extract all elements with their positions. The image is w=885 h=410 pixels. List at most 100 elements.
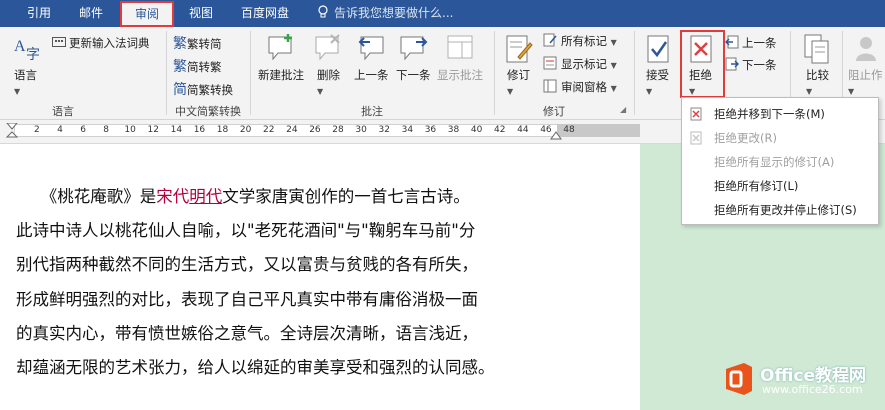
prev-change-icon bbox=[724, 35, 739, 49]
compare-button[interactable]: 比较 ▼ bbox=[806, 67, 829, 97]
ruler-tick-label: 40 bbox=[470, 125, 483, 135]
next-change-button[interactable]: 下一条 bbox=[725, 57, 777, 73]
tell-me-text: 告诉我您想要做什么... bbox=[334, 6, 454, 20]
ruler-tick-label: 6 bbox=[80, 125, 86, 135]
block-authors-button[interactable]: 阻止作 ▼ bbox=[848, 67, 883, 97]
menu-item-label: 拒绝并移到下一条(M) bbox=[714, 107, 825, 121]
language-icon: A 字 bbox=[14, 38, 40, 63]
document-page[interactable]: 《桃花庵歌》是宋代明代文学家唐寅创作的一首七言古诗。 此诗中诗人以桃花仙人自喻，… bbox=[0, 144, 640, 410]
accept-button[interactable]: 接受 ▼ bbox=[646, 67, 669, 97]
delete-comment-button[interactable]: 删除 ▼ bbox=[317, 67, 340, 97]
track-changes-button[interactable]: 修订 ▼ bbox=[507, 67, 530, 97]
prev-change-button[interactable]: 上一条 bbox=[724, 35, 777, 51]
menu-reject-and-move-next[interactable]: 拒绝并移到下一条(M) bbox=[682, 102, 878, 126]
accept-change-icon bbox=[647, 35, 669, 63]
show-comments-icon bbox=[447, 35, 473, 59]
tracking-options-launcher-icon[interactable]: ◢ bbox=[620, 105, 626, 114]
prev-change-label: 上一条 bbox=[742, 36, 777, 50]
ruler-tick-label: 28 bbox=[332, 125, 344, 135]
doc-line: 此诗中诗人以桃花仙人自喻，以"老死花酒间"与"鞠躬车马前"分 bbox=[16, 221, 476, 241]
show-comments-button[interactable]: 显示批注 bbox=[437, 67, 483, 83]
group-separator bbox=[634, 31, 635, 115]
group-separator bbox=[250, 31, 251, 115]
show-markup-button[interactable]: 显示标记 ▼ bbox=[543, 56, 617, 72]
menu-reject-all[interactable]: 拒绝所有修订(L) bbox=[682, 174, 878, 198]
traditional-glyph-icon: 繁 bbox=[173, 36, 187, 52]
indent-marker-icon[interactable] bbox=[5, 123, 19, 141]
menu-reject-all-shown[interactable]: 拒绝所有显示的修订(A) bbox=[682, 150, 878, 174]
doc-text: 《桃花庵歌》是 bbox=[49, 187, 157, 206]
to-simplified-button[interactable]: 繁简转繁 bbox=[173, 56, 222, 76]
to-traditional-label: 繁转简 bbox=[187, 37, 222, 51]
lightbulb-icon bbox=[318, 5, 328, 18]
markup-label: 所有标记 bbox=[561, 34, 607, 48]
reject-single-icon bbox=[690, 131, 702, 145]
ruler-tick-label: 16 bbox=[193, 125, 206, 135]
ruler-tick-label: 34 bbox=[401, 125, 414, 135]
ruler-tick-label: 36 bbox=[424, 125, 437, 135]
doc-line: 的真实内心，带有愤世嫉俗之意气。全诗层次清晰，语言浅近， bbox=[16, 323, 478, 343]
doc-line: 形成鲜明强烈的对比，表现了自己平凡真实中带有庸俗消极一面 bbox=[16, 289, 478, 309]
ruler-tick-label: 8 bbox=[103, 125, 110, 135]
ruler-tick-label: 22 bbox=[263, 125, 275, 135]
doc-line: 别代指两种截然不同的生活方式，又以富贵与贫贱的各有所失， bbox=[16, 255, 478, 275]
ruler-tick-label: 20 bbox=[239, 125, 252, 135]
office26-logo: Office教程网 www.office26.com bbox=[722, 357, 882, 401]
new-comment-button[interactable]: 新建批注 bbox=[258, 67, 304, 83]
language-button[interactable]: 语言 ▼ bbox=[14, 67, 37, 97]
tracked-change-inserted[interactable]: 明代 bbox=[189, 187, 222, 206]
doc-line: 却蕴涵无限的艺术张力，给人以绵延的审美享受和强烈的认同感。 bbox=[16, 358, 495, 378]
tab-mailings[interactable]: 邮件 bbox=[66, 0, 116, 27]
ruler-tick-label: 10 bbox=[124, 125, 136, 135]
to-traditional-button[interactable]: 繁繁转简 bbox=[173, 33, 222, 53]
group-label-comments: 批注 bbox=[361, 105, 383, 118]
tab-baidu-netdisk[interactable]: 百度网盘 bbox=[230, 0, 300, 27]
review-pane-button[interactable]: 审阅窗格 ▼ bbox=[543, 79, 617, 95]
prev-comment-button[interactable]: 上一条 bbox=[354, 67, 389, 83]
group-label-tracking: 修订 bbox=[543, 105, 565, 118]
next-comment-icon bbox=[400, 36, 428, 61]
office-logo-icon bbox=[726, 363, 752, 395]
to-simplified-label: 简转繁 bbox=[187, 60, 222, 74]
reject-dropdown-menu: 拒绝并移到下一条(M) 拒绝更改(R) 拒绝所有显示的修订(A) 拒绝所有修订(… bbox=[681, 97, 879, 225]
convert-button[interactable]: 简简繁转换 bbox=[173, 79, 233, 99]
logo-url: www.office26.com bbox=[762, 383, 863, 396]
doc-text: 文学家唐寅创作的一首七言古诗。 bbox=[222, 187, 470, 206]
review-pane-label: 审阅窗格 bbox=[561, 80, 607, 94]
next-change-label: 下一条 bbox=[742, 58, 777, 72]
new-comment-icon bbox=[268, 34, 292, 61]
tell-me-box[interactable]: 告诉我您想要做什么... bbox=[317, 0, 453, 27]
show-markup-label: 显示标记 bbox=[561, 57, 607, 71]
tab-view[interactable]: 视图 bbox=[178, 0, 224, 27]
group-label-chinese: 中文简繁转换 bbox=[175, 105, 241, 118]
svg-text:A: A bbox=[14, 38, 26, 55]
ruler-tick-label: 38 bbox=[447, 125, 460, 135]
reject-button-highlight bbox=[680, 30, 725, 98]
ruler-tick-label: 2 bbox=[34, 125, 40, 135]
ruler-tick-label: 44 bbox=[517, 125, 529, 135]
tab-references[interactable]: 引用 bbox=[14, 0, 64, 27]
review-pane-icon bbox=[543, 79, 557, 93]
ruler-tick-label: 32 bbox=[378, 125, 390, 135]
next-change-icon bbox=[725, 57, 740, 71]
menu-item-label: 拒绝所有显示的修订(A) bbox=[714, 155, 835, 169]
next-comment-button[interactable]: 下一条 bbox=[396, 67, 431, 83]
group-separator bbox=[494, 31, 495, 115]
menu-reject-change[interactable]: 拒绝更改(R) bbox=[682, 126, 878, 150]
document-paragraph[interactable]: 《桃花庵歌》是宋代明代文学家唐寅创作的一首七言古诗。 此诗中诗人以桃花仙人自喻，… bbox=[16, 180, 626, 385]
tracked-change-deleted[interactable]: 宋代 bbox=[156, 187, 189, 206]
review-tab-highlight bbox=[120, 1, 174, 27]
menu-reject-all-and-stop[interactable]: 拒绝所有更改并停止修订(S) bbox=[682, 198, 878, 222]
delete-comment-icon bbox=[315, 34, 340, 61]
ruler-tick-label: 18 bbox=[216, 125, 229, 135]
doc-line: 《桃花庵歌》是宋代明代文学家唐寅创作的一首七言古诗。 bbox=[16, 180, 626, 214]
update-ime-label: 更新输入法词典 bbox=[69, 36, 150, 50]
group-separator bbox=[166, 31, 167, 115]
update-ime-button[interactable]: 更新输入法词典 bbox=[52, 35, 150, 51]
right-indent-marker-icon[interactable] bbox=[549, 131, 563, 141]
markup-dropdown[interactable]: 所有标记 ▼ bbox=[543, 33, 617, 49]
show-markup-icon bbox=[543, 56, 557, 70]
menu-item-label: 拒绝更改(R) bbox=[714, 131, 777, 145]
markup-icon bbox=[543, 33, 557, 47]
ruler-tick-label: 26 bbox=[309, 125, 321, 135]
